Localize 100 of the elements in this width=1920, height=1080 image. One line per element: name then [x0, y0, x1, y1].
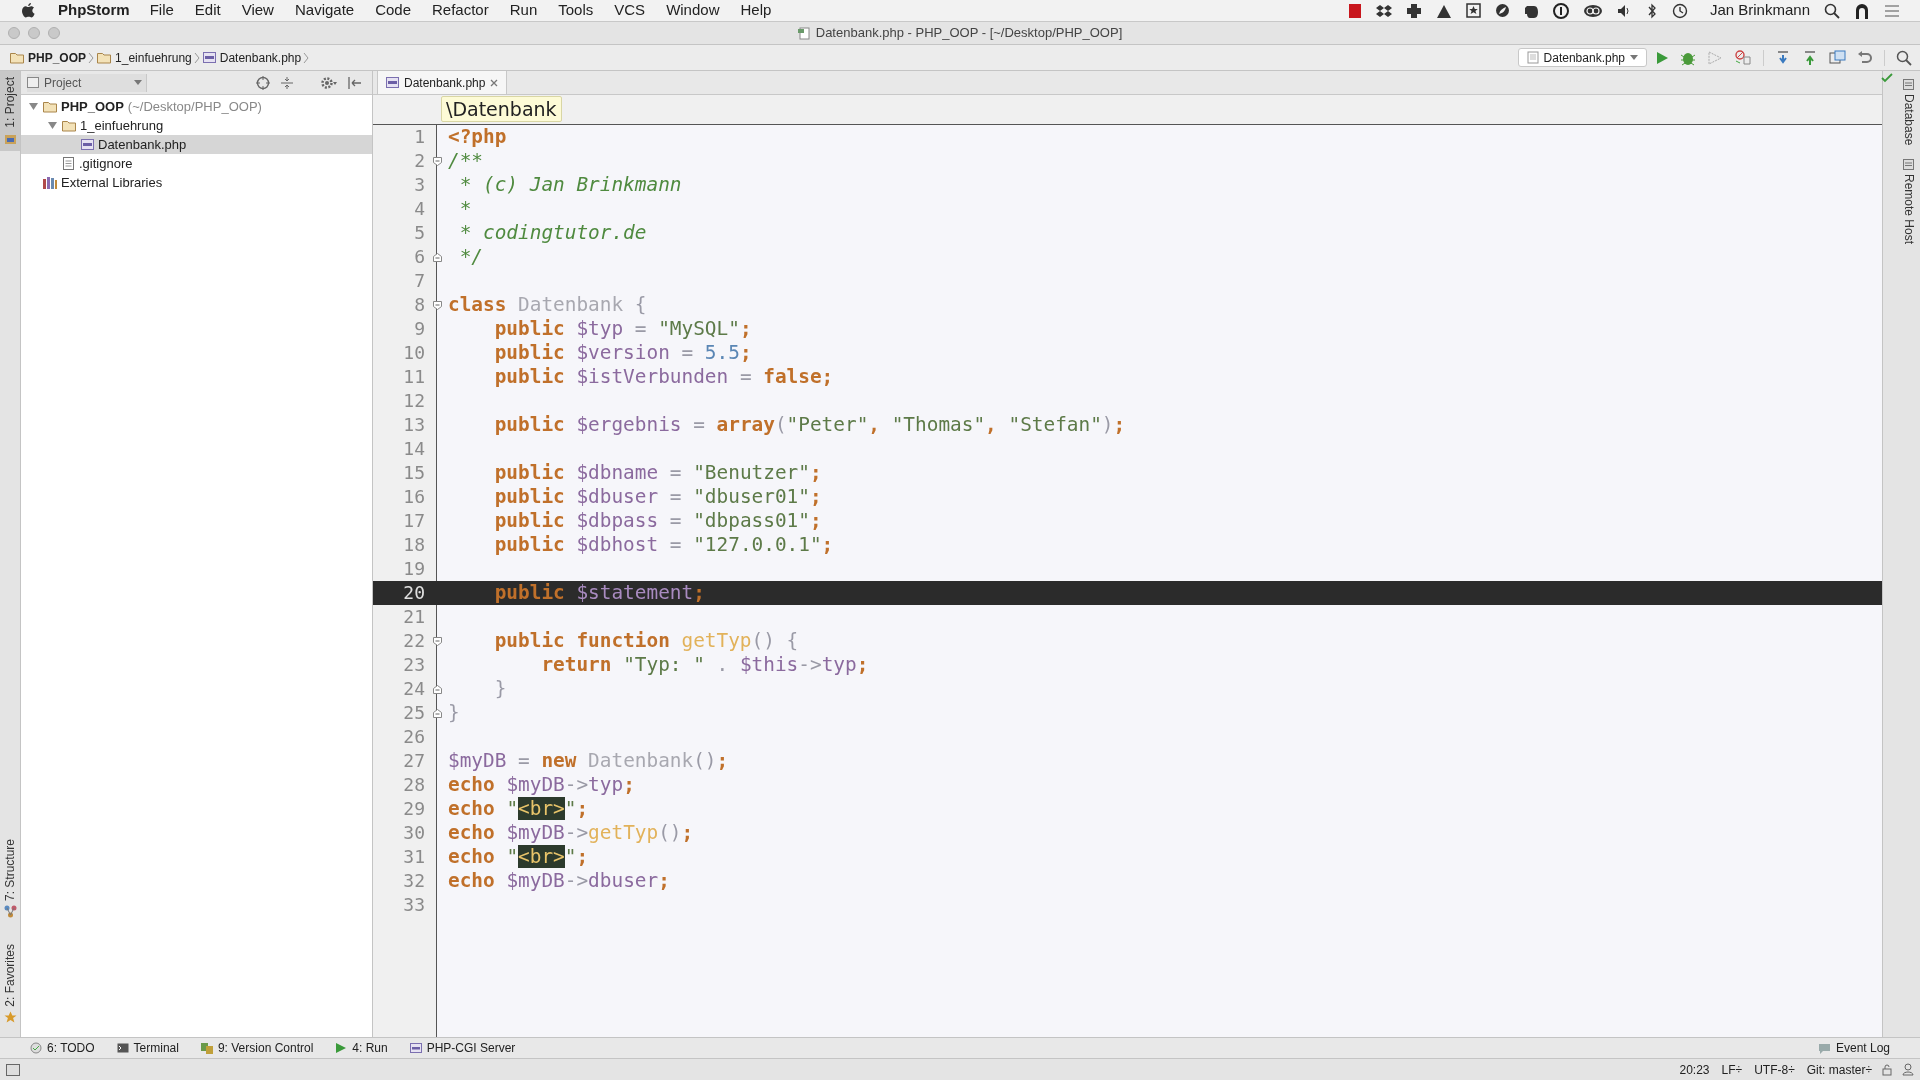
code-line: public $typ = "MySQL"; [493, 317, 752, 341]
breadcrumb-item[interactable]: Datenbank.php [200, 48, 304, 67]
line-number: 30 [402, 821, 425, 845]
rings-icon[interactable] [1582, 3, 1603, 18]
code-line: } [447, 701, 460, 725]
search-icon[interactable] [1896, 49, 1912, 66]
collapse-icon[interactable] [280, 75, 294, 90]
tool-window-tab[interactable]: Remote Host [1899, 159, 1918, 245]
menu-item[interactable]: Code [375, 0, 411, 22]
film-icon[interactable] [1347, 2, 1362, 19]
clock-icon[interactable] [1670, 2, 1688, 19]
line-number: 32 [402, 869, 425, 893]
tool-window-button[interactable]: Terminal [116, 1039, 179, 1057]
code-line: * codingtutor.de [458, 221, 647, 245]
tree-item[interactable]: PHP_OOP (~/Desktop/PHP_OOP) [21, 97, 372, 116]
tool-window-button[interactable]: 9: Version Control [200, 1039, 314, 1057]
fold-marker-icon [432, 156, 442, 166]
apple-icon[interactable] [20, 1, 36, 20]
line-number: 17 [402, 509, 425, 533]
run-icon [335, 1042, 348, 1054]
breadcrumb-item[interactable]: PHP_OOP [8, 48, 89, 67]
triangle-icon[interactable] [1435, 3, 1452, 18]
toggle-panel-icon[interactable] [6, 1063, 20, 1076]
cross-icon[interactable] [1405, 2, 1422, 19]
leaf-icon[interactable] [1494, 3, 1510, 18]
line-number: 4 [413, 197, 425, 221]
bluetooth-icon[interactable] [1646, 2, 1657, 19]
chevron-icon [193, 51, 201, 64]
panel-icon [1903, 79, 1914, 90]
fold-marker-icon [432, 252, 442, 262]
tree-item[interactable]: 1_einfuehrung [21, 116, 372, 135]
expanded-arrow-icon [28, 103, 38, 110]
user-name[interactable]: Jan Brinkmann [1709, 0, 1810, 22]
tool-window-button[interactable]: PHP-CGI Server [409, 1039, 516, 1057]
undo-icon[interactable] [1857, 50, 1873, 65]
line-number: 2 [413, 149, 425, 173]
tree-item[interactable]: .gitignore [21, 154, 372, 173]
line-number: 15 [402, 461, 425, 485]
books-icon [43, 176, 57, 189]
editor-tab[interactable]: Datenbank.php [377, 71, 508, 94]
menu-item[interactable]: Window [666, 0, 720, 22]
line-number: 16 [402, 485, 425, 509]
search-icon[interactable] [1824, 2, 1840, 19]
status-item[interactable]: UTF-8÷ [1754, 1060, 1795, 1079]
check-icon [1881, 73, 1893, 83]
event-log-button[interactable]: Event Log [1817, 1039, 1890, 1057]
menu-item[interactable]: Help [740, 0, 772, 22]
tool-window-button[interactable]: 6: TODO [30, 1039, 95, 1057]
line-number: 10 [402, 341, 425, 365]
code-line: echo $myDB->dbuser; [447, 869, 670, 893]
tree-item[interactable]: External Libraries [21, 173, 372, 192]
run-icon[interactable] [1655, 50, 1669, 65]
tool-window-tab[interactable]: 1: Project [0, 71, 20, 151]
info-icon[interactable] [1552, 2, 1569, 19]
target-icon[interactable] [256, 75, 270, 90]
expanded-arrow-icon [47, 122, 57, 129]
line-number: 1 [413, 125, 425, 149]
tool-window-button[interactable]: 4: Run [335, 1039, 388, 1057]
menu-item[interactable]: Navigate [294, 0, 355, 22]
line-number: 19 [402, 557, 425, 581]
line-number: 7 [413, 269, 425, 293]
code-line: public $dbpass = "dbpass01"; [493, 509, 822, 533]
code-line: public $dbname = "Benutzer"; [493, 461, 822, 485]
update-icon[interactable] [1775, 49, 1791, 66]
line-number: 33 [402, 893, 425, 917]
status-item[interactable]: 20:23 [1679, 1060, 1710, 1079]
settings-icon[interactable] [320, 75, 338, 90]
tool-window-tab[interactable]: 7: Structure [0, 833, 20, 925]
line-number: 12 [402, 389, 425, 413]
tool-window-tab[interactable]: Database [1899, 79, 1918, 146]
menu-item[interactable]: View [241, 0, 274, 22]
menu-item[interactable]: Edit [194, 0, 221, 22]
view-dropdown[interactable]: Project [27, 73, 147, 92]
run-config-dropdown[interactable]: Datenbank.php [1517, 48, 1647, 67]
code-line: public $dbhost = "127.0.0.1"; [493, 533, 834, 557]
line-number: 9 [413, 317, 425, 341]
star-icon [3, 1011, 17, 1023]
tree-item[interactable]: Datenbank.php [21, 135, 372, 154]
tool-window-tab[interactable]: 2: Favorites [0, 938, 20, 1029]
app-menu[interactable]: PhpStorm [58, 0, 130, 22]
hide-icon[interactable] [348, 75, 362, 90]
breadcrumb-item[interactable]: 1_einfuehrung [95, 48, 194, 67]
code-line: /** [447, 149, 484, 173]
menu-item[interactable]: Tools [558, 0, 594, 22]
menu-item[interactable]: VCS [614, 0, 646, 22]
line-number: 14 [402, 437, 425, 461]
commit-icon[interactable] [1802, 49, 1818, 66]
status-item[interactable]: Git: master÷ [1806, 1060, 1872, 1079]
line-number: 13 [402, 413, 425, 437]
compare-icon[interactable] [1829, 49, 1846, 66]
panel-icon [1903, 159, 1914, 171]
caret-icon [134, 80, 142, 85]
code-line: class Datenbank { [447, 293, 647, 317]
menu-item[interactable]: Run [509, 0, 538, 22]
line-number: 26 [402, 725, 425, 749]
status-item[interactable]: LF÷ [1721, 1060, 1743, 1079]
menu-item[interactable]: File [149, 0, 174, 22]
menu-item[interactable]: Refactor [432, 0, 489, 22]
line-number: 20 [402, 581, 425, 605]
lock-icon[interactable] [1882, 1063, 1892, 1076]
